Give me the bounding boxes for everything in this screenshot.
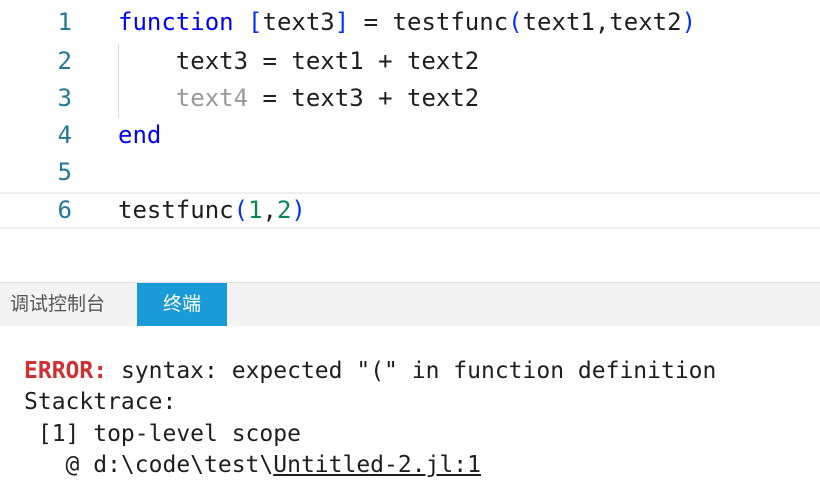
code-text[interactable]: function [text3] = testfunc(text1,text2)	[118, 4, 696, 41]
line-number: 4	[57, 121, 72, 149]
terminal-output[interactable]: ERROR: syntax: expected "(" in function …	[0, 326, 820, 494]
line-number: 2	[57, 47, 72, 75]
unused-variable: text4	[118, 84, 249, 112]
number-literal: 1	[248, 196, 263, 224]
code-text[interactable]: text3 = text1 + text2	[118, 43, 479, 80]
keyword-end: end	[118, 121, 162, 149]
terminal-error-line: ERROR: syntax: expected "(" in function …	[24, 356, 716, 387]
code-line-6-current[interactable]: 6 testfunc(1,2)	[0, 192, 820, 229]
bracket-close: ]	[334, 8, 350, 36]
paren-close: )	[291, 196, 306, 224]
number-literal: 2	[276, 196, 292, 224]
line-number: 1	[57, 8, 72, 36]
paren-close: )	[681, 8, 697, 36]
line-number: 3	[57, 84, 72, 112]
tab-debug-console[interactable]: 调试控制台	[0, 283, 130, 326]
code-text[interactable]: end	[118, 117, 161, 154]
keyword-function: function	[118, 8, 234, 36]
file-link[interactable]: Untitled-2.jl:1	[273, 452, 481, 478]
terminal-stack-frame: [1] top-level scope	[24, 421, 301, 447]
paren-open: (	[508, 8, 523, 36]
code-line-5[interactable]: 5	[0, 154, 820, 191]
expression: = text3 + text2	[248, 84, 480, 112]
function-args: text1,text2	[522, 8, 682, 36]
comma: ,	[262, 196, 277, 224]
terminal-frame-location: @ d:\code\test\Untitled-2.jl:1	[24, 450, 481, 481]
code-editor[interactable]: 1 function [text3] = testfunc(text1,text…	[0, 0, 820, 282]
error-label: ERROR:	[24, 358, 108, 384]
panel-tab-bar: 调试控制台 终端	[0, 282, 820, 326]
function-name: = testfunc	[349, 8, 509, 36]
code-text[interactable]: testfunc(1,2)	[118, 194, 306, 227]
code-line-1[interactable]: 1 function [text3] = testfunc(text1,text…	[0, 4, 820, 41]
frame-path: @ d:\code\test\	[24, 452, 274, 478]
terminal-stacktrace-label: Stacktrace:	[24, 389, 177, 415]
function-call: testfunc	[118, 196, 234, 224]
bracket-open: [	[248, 8, 263, 36]
return-var: text3	[262, 8, 335, 36]
line-number: 6	[57, 196, 72, 224]
tab-terminal[interactable]: 终端	[137, 283, 227, 326]
error-message: syntax: expected "(" in function definit…	[107, 358, 717, 384]
code-line-3[interactable]: 3 text4 = text3 + text2	[0, 80, 820, 117]
code-text[interactable]: text4 = text3 + text2	[118, 80, 479, 117]
code-line-2[interactable]: 2 text3 = text1 + text2	[0, 43, 820, 80]
line-number: 5	[57, 158, 72, 186]
code-line-4[interactable]: 4 end	[0, 117, 820, 154]
paren-open: (	[233, 196, 249, 224]
